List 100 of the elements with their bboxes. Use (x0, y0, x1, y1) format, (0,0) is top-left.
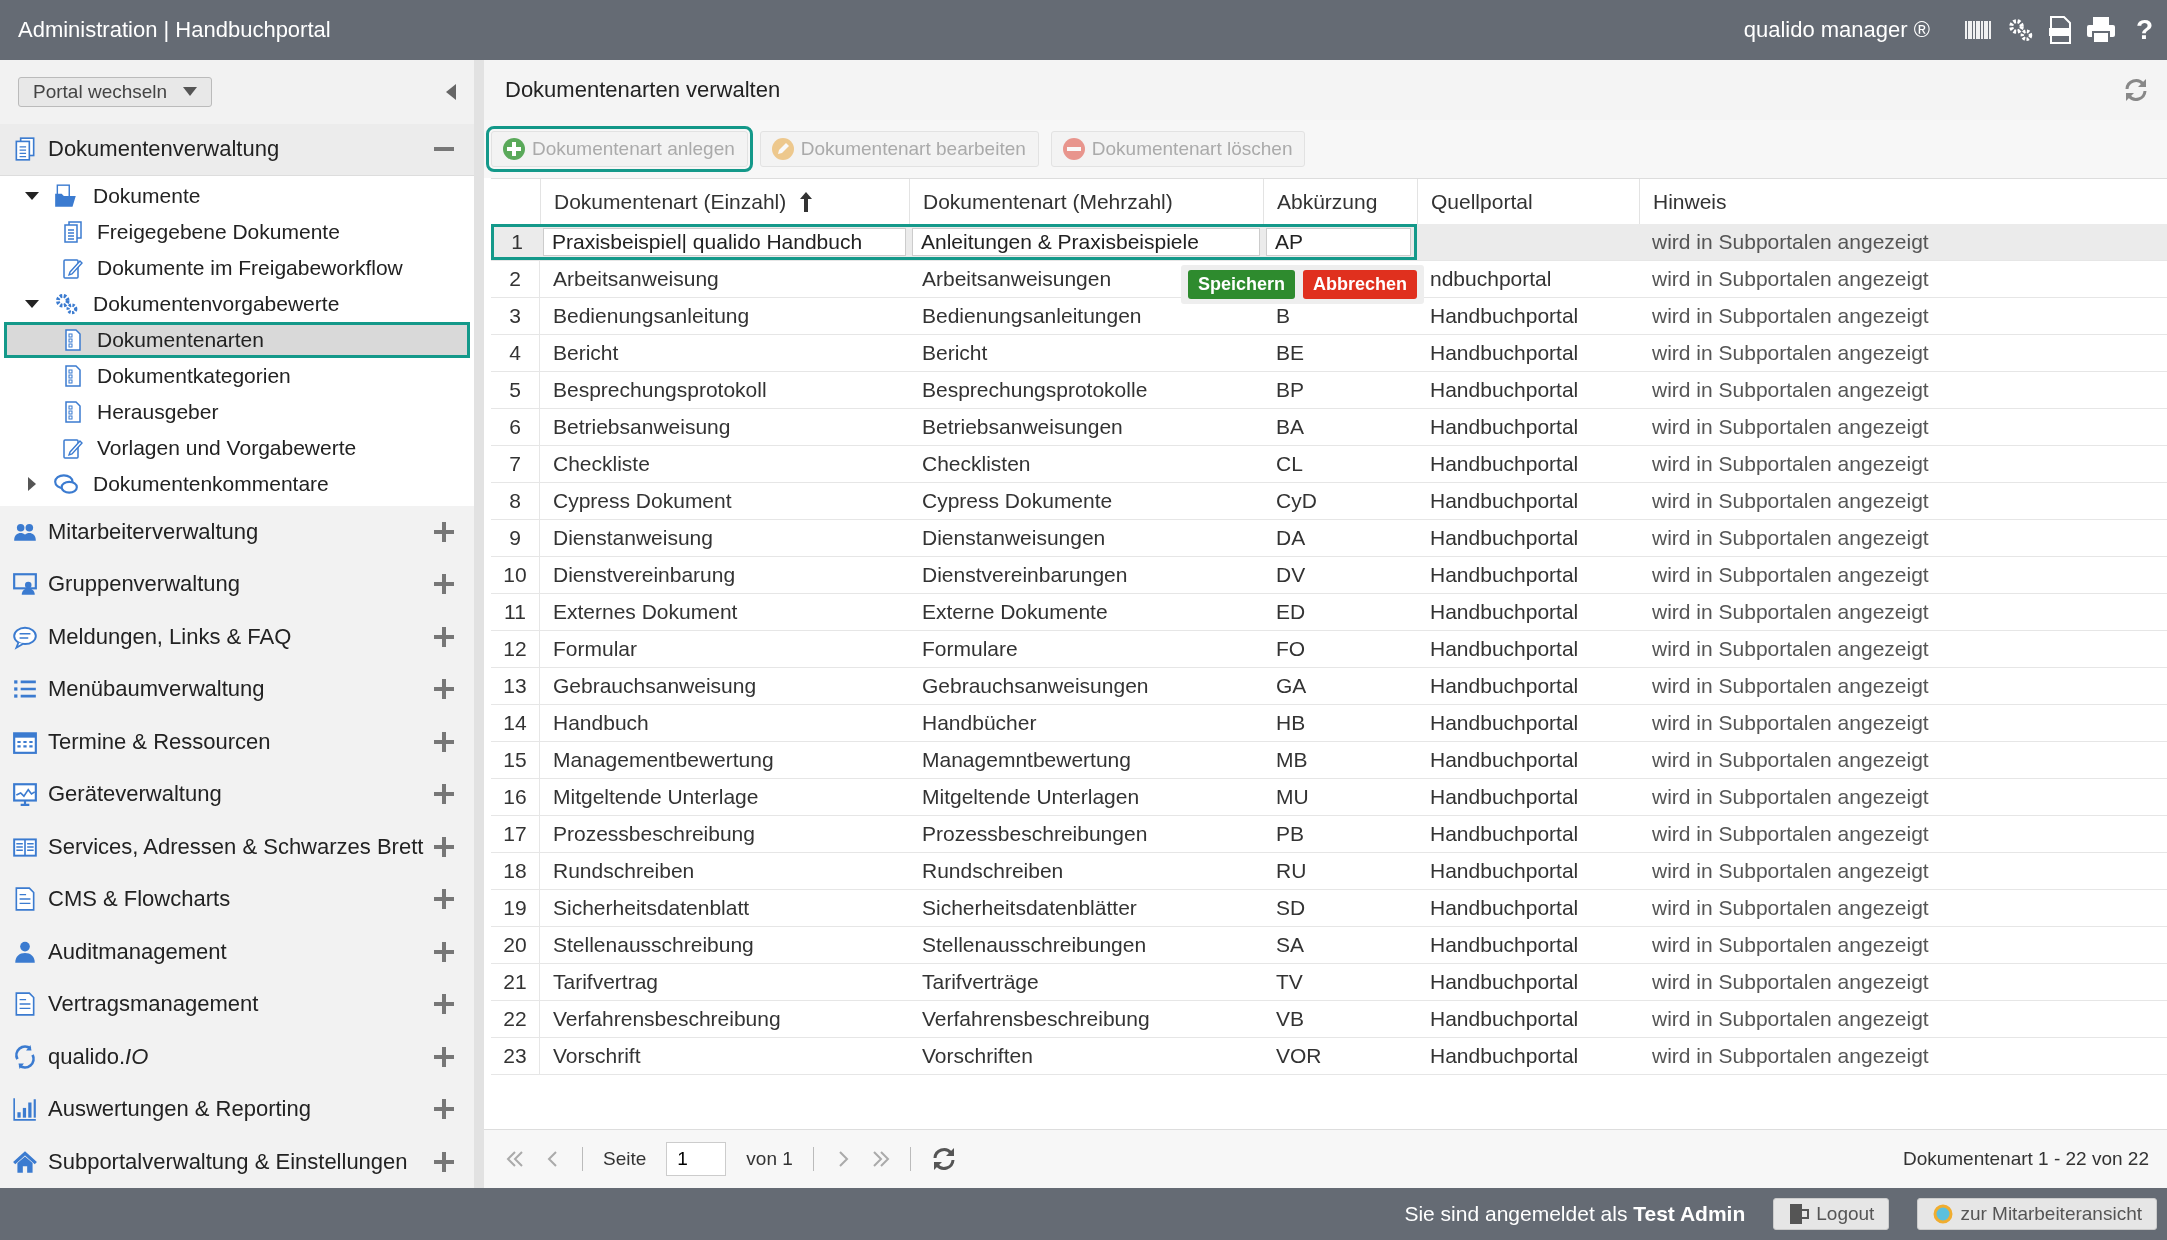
table-cell: SD (1276, 896, 1306, 920)
row-number: 9 (491, 520, 540, 556)
spreadsheet-file-icon[interactable] (2047, 16, 2072, 44)
nav-section[interactable]: Geräteverwaltung (48, 781, 424, 808)
expand-icon[interactable] (434, 1151, 454, 1172)
expand-icon[interactable] (434, 889, 454, 910)
tree-item[interactable]: Vorlagen und Vorgabewerte (4, 429, 470, 466)
expand-icon[interactable] (434, 626, 454, 647)
table-cell: wird in Subportalen angezeigt (1652, 674, 1929, 698)
row-number: 7 (491, 446, 540, 482)
tree-item[interactable]: Dokumentenarten (4, 321, 470, 358)
table-cell: Arbeitsanweisung (553, 267, 719, 291)
portal-switch-dropdown[interactable]: Portal wechseln (18, 76, 213, 107)
table-cell: Sicherheitsdatenblätter (922, 896, 1137, 920)
last-page-icon[interactable] (871, 1149, 890, 1169)
nav-section[interactable]: Auswertungen & Reporting (48, 1096, 424, 1123)
expand-icon[interactable] (434, 836, 454, 857)
table-cell: Handbuchportal (1430, 822, 1579, 846)
table-cell: ED (1276, 600, 1306, 624)
table-cell: wird in Subportalen angezeigt (1652, 859, 1929, 883)
table-cell: FO (1276, 637, 1306, 661)
table-cell: wird in Subportalen angezeigt (1652, 378, 1929, 402)
table-cell: Handbuchportal (1430, 452, 1579, 476)
row-number: 2 (491, 261, 540, 297)
table-cell: Cypress Dokument (553, 489, 732, 513)
nav-section[interactable]: CMS & Flowcharts (48, 886, 424, 913)
expand-icon[interactable] (434, 994, 454, 1015)
page-label: Seite (603, 1148, 647, 1170)
first-page-icon[interactable] (506, 1149, 524, 1169)
nav-section[interactable]: Gruppenverwaltung (48, 571, 424, 598)
table-cell: Handbuchportal (1430, 674, 1579, 698)
text-field[interactable]: AP (1266, 228, 1411, 256)
table-cell: Handbuchportal (1430, 933, 1579, 957)
nav-section[interactable]: Vertragsmanagement (48, 991, 424, 1018)
expand-icon[interactable] (434, 941, 454, 962)
text-field[interactable]: Praxisbeispiel| qualido Handbuch (543, 228, 906, 256)
nav-section[interactable]: Menübaumverwaltung (48, 676, 424, 703)
table-cell: wird in Subportalen angezeigt (1652, 489, 1929, 513)
row-number: 10 (491, 557, 540, 593)
printer-icon[interactable] (2085, 16, 2116, 44)
table-cell: B (1276, 304, 1290, 328)
tree-item[interactable]: Dokumentenkommentare (4, 465, 470, 502)
table-cell: SA (1276, 933, 1304, 957)
nav-section[interactable]: Services, Adressen & Schwarzes Brett (48, 833, 424, 860)
table-cell: GA (1276, 674, 1307, 698)
text-field[interactable]: Anleitungen & Praxisbeispiele (912, 228, 1260, 256)
login-status: Sie sind angemeldet als Test Admin (1404, 1202, 1746, 1226)
table-cell: Gebrauchsanweisung (553, 674, 757, 698)
cycle-icon (12, 1043, 38, 1070)
table-cell: Managementbewertung (553, 748, 774, 772)
barcode-icon[interactable] (1963, 19, 1992, 41)
nav-section[interactable]: Termine & Ressourcen (48, 728, 424, 755)
table-cell: HB (1276, 711, 1306, 735)
page-field[interactable]: 1 (666, 1142, 727, 1176)
table-cell: VB (1276, 1007, 1304, 1031)
table-cell: Bedienungsanleitungen (922, 304, 1142, 328)
column-header[interactable]: Dokumentenart (Einzahl) (540, 179, 909, 224)
employee-view-button[interactable]: zur Mitarbeiteransicht (1917, 1198, 2157, 1230)
logout-button[interactable]: Logout (1773, 1198, 1890, 1230)
expand-icon[interactable] (434, 574, 454, 595)
exit-door-icon (1788, 1203, 1811, 1225)
table-cell: wird in Subportalen angezeigt (1652, 822, 1929, 846)
column-header[interactable]: Abkürzung (1263, 179, 1417, 224)
table-cell: Handbuchportal (1430, 896, 1579, 920)
tree-item[interactable]: Dokumentkategorien (4, 357, 470, 394)
collapse-sidebar-icon[interactable] (446, 83, 456, 100)
table-cell: Prozessbeschreibungen (922, 822, 1148, 846)
cancel-button[interactable]: Abbrechen (1303, 270, 1418, 299)
expand-icon[interactable] (434, 521, 454, 542)
table-cell: Mitgeltende Unterlagen (922, 785, 1140, 809)
table-cell: Checkliste (553, 452, 650, 476)
help-button[interactable]: ? (2135, 14, 2153, 46)
nav-section[interactable]: qualido.IO (48, 1043, 424, 1070)
save-button[interactable]: Speichern (1188, 270, 1296, 299)
expand-icon[interactable] (434, 731, 454, 752)
tree-item[interactable]: Freigegebene Dokumente (4, 213, 470, 250)
expand-icon[interactable] (434, 679, 454, 700)
nav-section[interactable]: Subportalverwaltung & Einstellungen (48, 1148, 424, 1175)
column-header[interactable]: Dokumentenart (Mehrzahl) (909, 179, 1263, 224)
expand-icon[interactable] (434, 1099, 454, 1120)
table-cell: Handbuchportal (1430, 785, 1579, 809)
tree-item[interactable]: Dokumente im Freigabeworkflow (4, 249, 470, 286)
nav-section[interactable]: Meldungen, Links & FAQ (48, 623, 424, 650)
tree-item[interactable]: Herausgeber (4, 393, 470, 430)
table-cell: Handbuchportal (1430, 526, 1579, 550)
table-cell: Stellenausschreibungen (922, 933, 1147, 957)
nav-section[interactable]: Mitarbeiterverwaltung (48, 518, 424, 545)
table-cell: Rundschreiben (922, 859, 1064, 883)
circle-icon (1932, 1203, 1955, 1225)
table-cell: Dienstvereinbarungen (922, 563, 1128, 587)
refresh-icon[interactable] (2123, 78, 2149, 102)
expand-icon[interactable] (434, 784, 454, 805)
nav-section[interactable]: Auditmanagement (48, 938, 424, 965)
table-cell: wird in Subportalen angezeigt (1652, 785, 1929, 809)
table-cell: Checklisten (922, 452, 1031, 476)
table-cell: BE (1276, 341, 1304, 365)
tree-item[interactable]: Dokumentenvorgabewerte (4, 285, 470, 322)
expand-icon[interactable] (434, 1046, 454, 1067)
tree-item[interactable]: Dokumente (4, 177, 470, 214)
row-number: 21 (491, 964, 540, 1000)
